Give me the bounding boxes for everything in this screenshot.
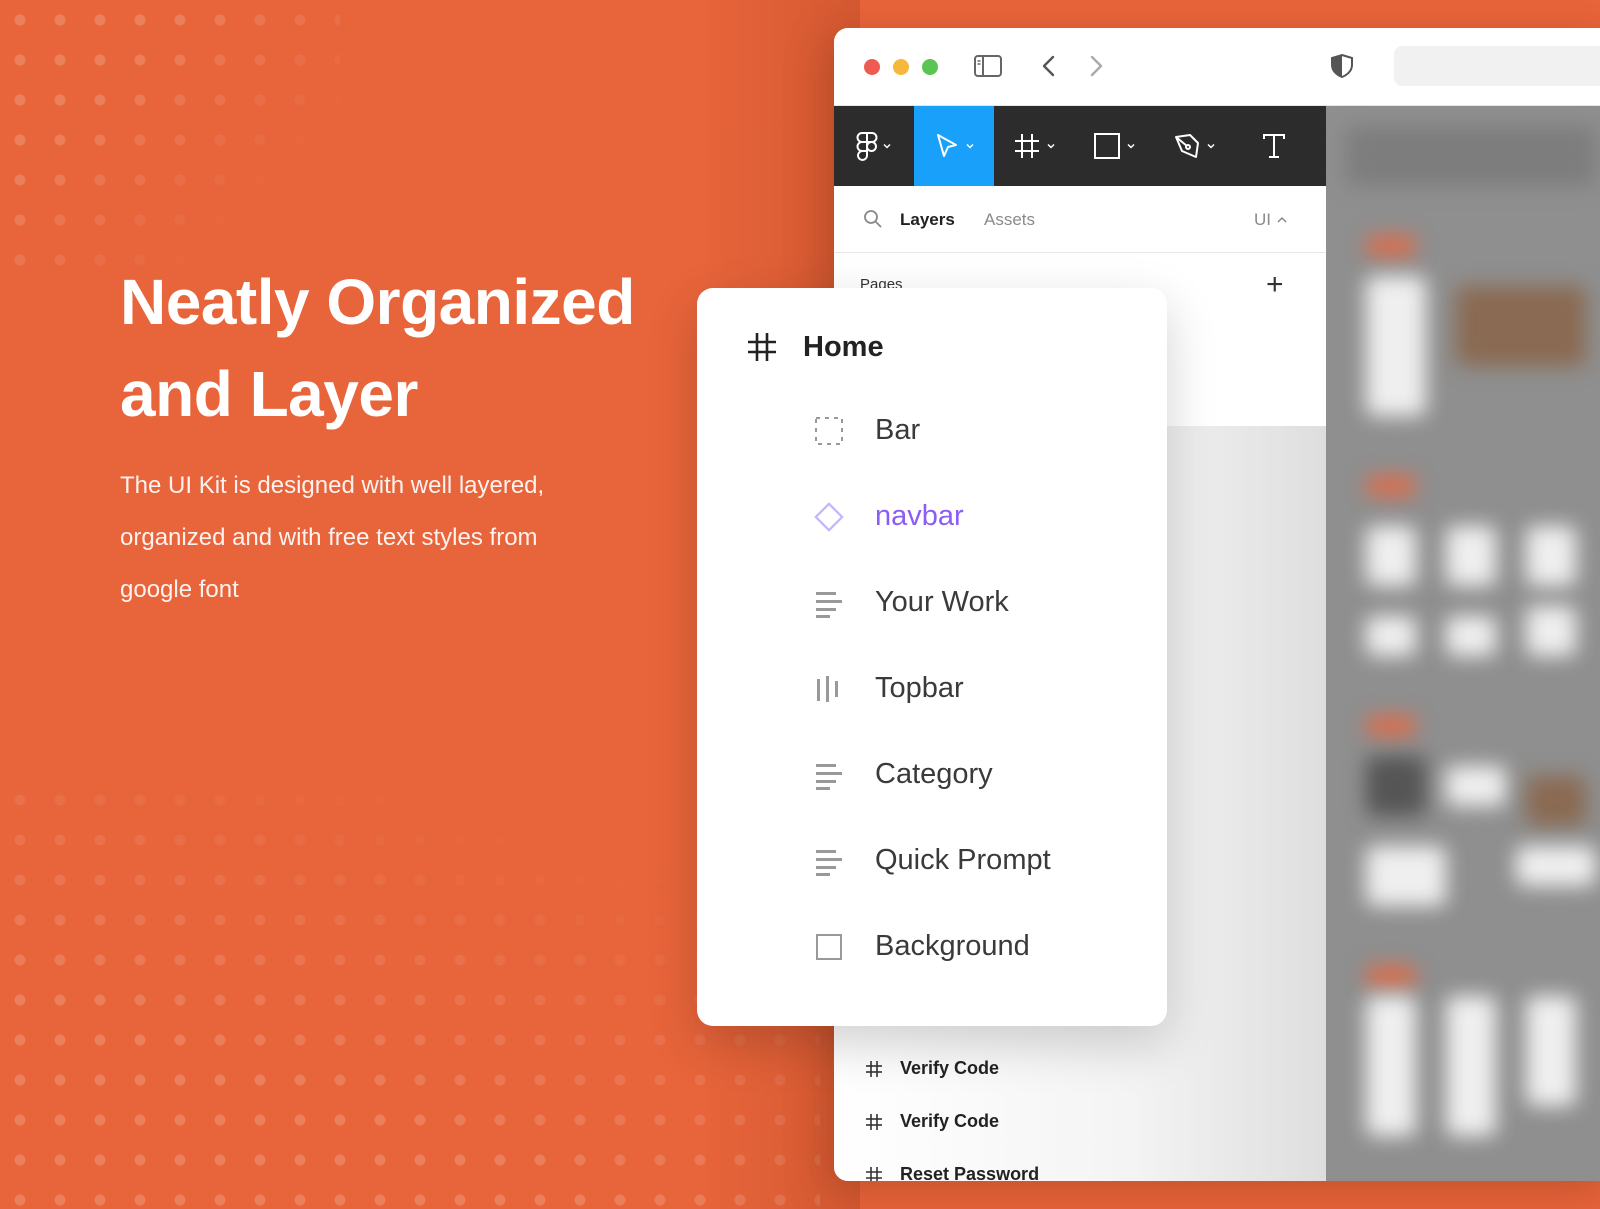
hero-desc-line1: The UI Kit is designed with well layered…: [120, 472, 545, 499]
maximize-window-button[interactable]: [922, 59, 938, 75]
hero-desc-line2: organized and with free text styles from: [120, 524, 538, 551]
figma-toolbar: [834, 106, 1326, 186]
frame-icon: [866, 1060, 882, 1077]
hero-title-line1: Neatly Organized: [120, 266, 635, 338]
canvas-blur: [1526, 996, 1576, 1106]
pen-tool[interactable]: [1154, 106, 1234, 186]
design-canvas[interactable]: [1326, 106, 1600, 1181]
frame-icon: [748, 333, 776, 361]
layer-row[interactable]: Reset Password: [864, 1164, 1039, 1181]
search-icon[interactable]: [862, 208, 884, 235]
canvas-blur: [1366, 476, 1416, 496]
layer-category-label: Category: [875, 758, 993, 790]
canvas-blur: [1346, 126, 1596, 186]
back-icon[interactable]: [1034, 50, 1066, 87]
layer-topbar[interactable]: Topbar: [813, 672, 964, 705]
chevron-down-icon: [1047, 143, 1055, 149]
component-instance-icon: [813, 501, 845, 533]
auto-layout-vertical-icon: [813, 759, 845, 791]
page-selector-label: UI: [1254, 210, 1271, 229]
browser-titlebar: [834, 28, 1600, 106]
chevron-down-icon: [883, 143, 891, 149]
dot-pattern-top: [0, 0, 340, 290]
hero-description: The UI Kit is designed with well layered…: [120, 460, 600, 616]
canvas-blur: [1526, 526, 1576, 586]
hero-desc-line3: google font: [120, 576, 239, 603]
chevron-up-icon: [1277, 216, 1287, 223]
text-icon: [1263, 134, 1285, 158]
layer-label: Verify Code: [900, 1111, 1000, 1131]
canvas-blur: [1446, 996, 1496, 1136]
layer-label: Reset Password: [900, 1164, 1040, 1181]
layer-topbar-label: Topbar: [875, 672, 964, 704]
page-selector[interactable]: UI: [1254, 210, 1288, 230]
layer-navbar-label: navbar: [875, 500, 964, 532]
dashed-frame-icon: [813, 415, 845, 447]
layer-row[interactable]: Verify Code: [864, 1111, 999, 1132]
auto-layout-vertical-icon: [813, 845, 845, 877]
canvas-blur: [1446, 766, 1506, 806]
canvas-blur: [1366, 236, 1416, 256]
chevron-down-icon: [1207, 143, 1215, 149]
chevron-down-icon: [1127, 143, 1135, 149]
chevron-down-icon: [966, 143, 974, 149]
layers-popout-card: Home Bar navbar Your Work Topbar Categor…: [697, 288, 1167, 1026]
canvas-blur: [1366, 996, 1416, 1136]
layer-frame-home[interactable]: Home: [745, 330, 884, 364]
frame-icon: [1015, 134, 1039, 158]
figma-menu-icon: [856, 132, 878, 161]
hero-title: Neatly Organized and Layer: [120, 256, 700, 440]
hero-title-line2: and Layer: [120, 358, 418, 430]
tab-layers[interactable]: Layers: [900, 210, 955, 230]
layer-your-work[interactable]: Your Work: [813, 586, 1009, 619]
shape-tool[interactable]: [1074, 106, 1154, 186]
layer-bar-label: Bar: [875, 414, 921, 446]
panel-tabs: Layers Assets UI: [834, 186, 1326, 253]
layer-background[interactable]: Background: [813, 930, 1030, 963]
canvas-blur: [1446, 616, 1496, 656]
minimize-window-button[interactable]: [893, 59, 909, 75]
add-page-button[interactable]: +: [1266, 270, 1284, 300]
layer-quick-prompt[interactable]: Quick Prompt: [813, 844, 1051, 877]
canvas-blur: [1366, 756, 1426, 816]
shield-icon[interactable]: [1326, 50, 1358, 87]
move-tool[interactable]: [914, 106, 994, 186]
figma-menu-tool[interactable]: [834, 106, 914, 186]
canvas-blur: [1526, 776, 1586, 826]
frame-icon: [866, 1113, 882, 1130]
pen-icon: [1175, 134, 1199, 158]
frame-tool[interactable]: [994, 106, 1074, 186]
canvas-blur: [1366, 966, 1416, 986]
text-tool[interactable]: [1234, 106, 1314, 186]
canvas-blur: [1526, 606, 1576, 656]
auto-layout-horizontal-icon: [813, 673, 845, 705]
layer-label: Verify Code: [900, 1058, 1000, 1078]
canvas-blur: [1366, 716, 1416, 736]
forward-icon[interactable]: [1080, 50, 1112, 87]
layer-your-work-label: Your Work: [875, 586, 1009, 618]
canvas-blur: [1516, 846, 1596, 886]
sidebar-toggle-icon[interactable]: [972, 50, 1004, 87]
address-bar[interactable]: [1394, 46, 1600, 86]
layer-background-label: Background: [875, 930, 1030, 962]
canvas-blur: [1366, 846, 1446, 906]
frame-icon: [866, 1166, 882, 1181]
layer-frame-home-label: Home: [803, 330, 884, 363]
auto-layout-vertical-icon: [813, 587, 845, 619]
layer-navbar[interactable]: navbar: [813, 500, 964, 533]
layer-row[interactable]: Verify Code: [864, 1058, 999, 1079]
canvas-blur: [1366, 276, 1426, 416]
rectangle-icon: [1094, 133, 1120, 159]
close-window-button[interactable]: [864, 59, 880, 75]
move-icon: [937, 134, 957, 157]
rectangle-icon: [813, 931, 845, 963]
layer-category[interactable]: Category: [813, 758, 993, 791]
tab-assets[interactable]: Assets: [984, 210, 1035, 230]
canvas-blur: [1456, 286, 1586, 366]
layer-bar[interactable]: Bar: [813, 414, 920, 447]
layer-quick-prompt-label: Quick Prompt: [875, 844, 1051, 876]
canvas-blur: [1366, 526, 1416, 586]
canvas-blur: [1446, 526, 1496, 586]
canvas-blur: [1366, 616, 1416, 656]
